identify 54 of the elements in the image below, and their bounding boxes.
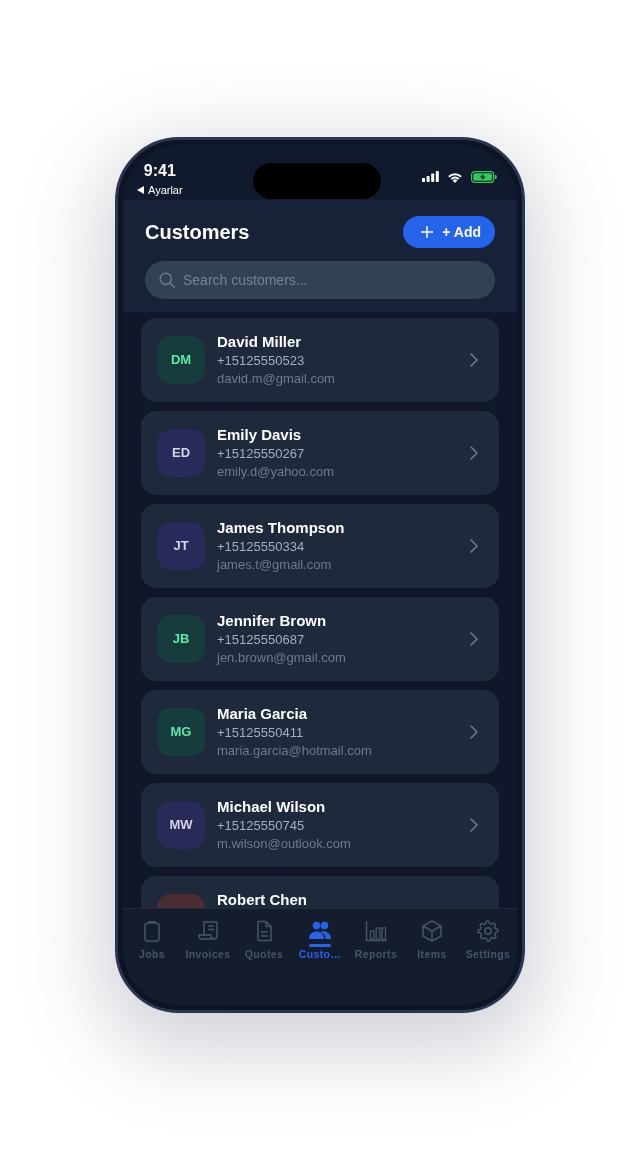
back-icon bbox=[137, 186, 144, 194]
email-address: maria.garcia@hotmail.com bbox=[217, 742, 372, 760]
chevron-right-icon bbox=[470, 725, 478, 739]
email-address: james.t@gmail.com bbox=[217, 556, 333, 574]
chevron-right-icon bbox=[470, 353, 478, 367]
active-tab-indicator bbox=[309, 944, 331, 947]
customer-card[interactable]: Robert Chen bbox=[141, 876, 499, 908]
avatar-initials: JT bbox=[173, 538, 189, 554]
avatar-initials: MW bbox=[169, 817, 193, 833]
chevron-right-icon bbox=[470, 446, 478, 460]
customer-name: Robert Chen bbox=[217, 890, 307, 908]
add-button[interactable]: + Add bbox=[403, 216, 495, 248]
email-address: m.wilson@outlook.com bbox=[217, 835, 351, 853]
email-address: emily.d@yahoo.com bbox=[217, 463, 334, 481]
customer-card[interactable]: JB Jennifer Brown +15125550687 jen.brown@gmail.com bbox=[141, 597, 499, 681]
avatar-initials: DM bbox=[170, 352, 192, 368]
status-time: 9:41 bbox=[143, 161, 176, 181]
customer-card[interactable]: JT James Thompson +15125550334 james.t@gmail.com bbox=[141, 504, 499, 588]
phone-number: +15125550411 bbox=[217, 724, 305, 742]
customer-card[interactable]: MW Michael Wilson +15125550745 m.wilson@outlook.com bbox=[141, 783, 499, 867]
search-field[interactable]: Search customers... bbox=[145, 261, 495, 299]
customer-card[interactable]: MG Maria Garcia +15125550411 maria.garcia@hotmail.com bbox=[141, 690, 499, 774]
customer-name: Michael Wilson bbox=[217, 797, 327, 817]
cube-icon bbox=[420, 919, 444, 943]
page-title: Customers bbox=[145, 220, 250, 245]
customer-name: Maria Garcia bbox=[217, 704, 309, 724]
phone-number: +15125550267 bbox=[217, 445, 306, 463]
email-address: jen.brown@gmail.com bbox=[217, 649, 346, 667]
chevron-right-icon bbox=[470, 539, 478, 553]
avatar-initials: MG bbox=[170, 724, 192, 740]
back-link[interactable]: Ayarlar bbox=[137, 183, 183, 197]
wifi-icon bbox=[447, 171, 463, 183]
chevron-right-icon bbox=[470, 632, 478, 646]
phone-number: +15125550334 bbox=[217, 538, 306, 556]
signal-icon bbox=[422, 171, 439, 182]
customer-name: James Thompson bbox=[217, 518, 345, 538]
phone-number: +15125550523 bbox=[217, 352, 306, 370]
chevron-right-icon bbox=[470, 818, 478, 832]
search-icon bbox=[159, 272, 175, 288]
customer-name: Jennifer Brown bbox=[217, 611, 328, 631]
receipt-scroll-icon bbox=[196, 919, 220, 943]
avatar-initials: ED bbox=[171, 445, 191, 461]
email-address: david.m@gmail.com bbox=[217, 370, 335, 388]
settings-icon bbox=[476, 919, 500, 943]
avatar-initials: JB bbox=[172, 631, 190, 647]
customer-name: David Miller bbox=[217, 332, 303, 352]
customer-name: Emily Davis bbox=[217, 425, 303, 445]
battery-charging-icon bbox=[471, 171, 497, 183]
customer-card[interactable]: ED Emily Davis +15125550267 emily.d@yahoo.com bbox=[141, 411, 499, 495]
phone-number: +15125550687 bbox=[217, 631, 306, 649]
plus-icon bbox=[421, 226, 434, 238]
bar-chart-icon bbox=[364, 919, 388, 943]
customer-card[interactable]: DM David Miller +15125550523 david.m@gmail.com bbox=[141, 318, 499, 402]
phone-number: +15125550745 bbox=[217, 817, 306, 835]
